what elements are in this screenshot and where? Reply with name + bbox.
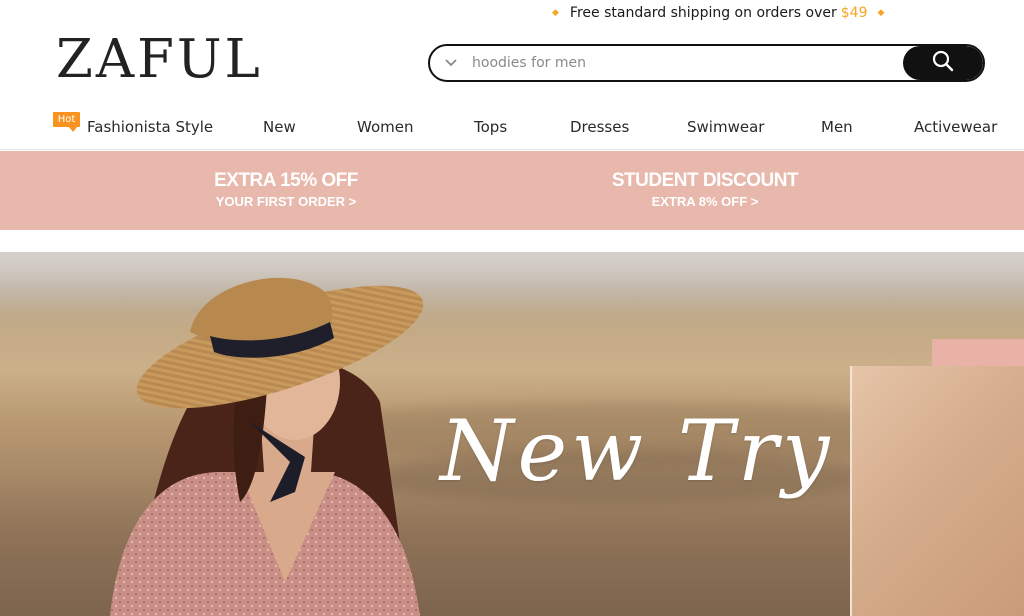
nav-item-swimwear[interactable]: Swimwear [687, 118, 764, 136]
nav-item-men[interactable]: Men [821, 118, 853, 136]
shipping-text: Free standard shipping on orders over [569, 5, 837, 21]
nav-divider [0, 149, 1024, 150]
brand-logo[interactable]: ZAFUL [56, 30, 263, 90]
nav-item-dresses[interactable]: Dresses [570, 118, 629, 136]
main-nav: Fashionista Style New Women Tops Dresses… [0, 108, 1024, 148]
promo-first-order-link: YOUR FIRST ORDER > [215, 194, 357, 209]
nav-item-fashionista-style[interactable]: Fashionista Style [87, 118, 213, 136]
star-icon: ◆ [552, 8, 559, 18]
nav-item-women[interactable]: Women [357, 118, 413, 136]
nav-item-activewear[interactable]: Activewear [914, 118, 997, 136]
promo-student-discount[interactable]: STUDENT DISCOUNT EXTRA 8% OFF > [590, 170, 820, 210]
search-button[interactable] [903, 46, 983, 80]
nav-item-tops[interactable]: Tops [474, 118, 507, 136]
promo-card-accent [932, 339, 1024, 367]
promo-banner: EXTRA 15% OFF YOUR FIRST ORDER > STUDENT… [0, 151, 1024, 230]
hero-tagline: New Try [440, 402, 834, 500]
hero-banner[interactable]: New Try [0, 252, 1024, 616]
shipping-bar: ◆ Free standard shipping on orders over … [0, 5, 1024, 25]
search-icon [932, 50, 954, 76]
promo-first-order[interactable]: EXTRA 15% OFF YOUR FIRST ORDER > [186, 170, 386, 210]
promo-first-order-title: EXTRA 15% OFF [214, 170, 358, 191]
shipping-notice: ◆ Free standard shipping on orders over … [552, 5, 884, 21]
shipping-threshold: $49 [840, 5, 868, 21]
search-bar [428, 44, 985, 82]
promo-student-title: STUDENT DISCOUNT [611, 170, 799, 191]
nav-item-new[interactable]: New [263, 118, 296, 136]
promo-student-link: EXTRA 8% OFF > [651, 194, 759, 209]
star-icon: ◆ [877, 8, 885, 18]
chevron-down-icon[interactable] [430, 46, 472, 80]
promo-card-image[interactable] [850, 366, 1024, 616]
